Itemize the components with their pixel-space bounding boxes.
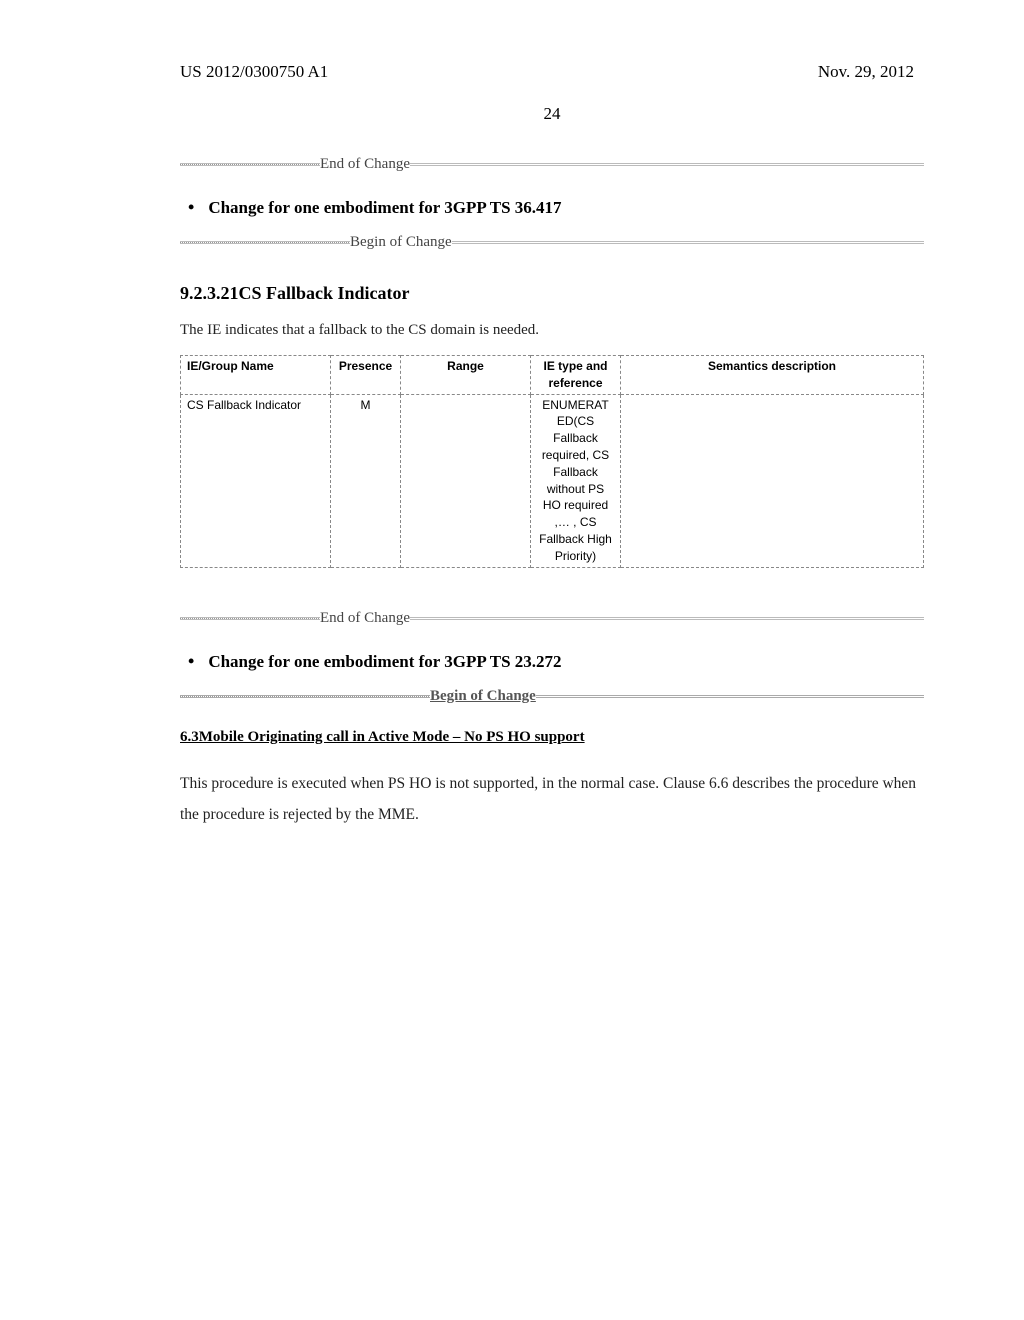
page-header: US 2012/0300750 A1 Nov. 29, 2012 — [180, 60, 924, 84]
td-ie-name: CS Fallback Indicator — [181, 394, 331, 567]
bullet-heading-36417: • Change for one embodiment for 3GPP TS … — [188, 195, 924, 220]
divider-begin-of-change: Begin of Change — [180, 232, 924, 253]
th-semantics: Semantics description — [621, 355, 924, 394]
section-63-paragraph: This procedure is executed when PS HO is… — [180, 768, 924, 830]
divider-label: Begin of Change — [430, 686, 536, 707]
th-ie-type: IE type and reference — [531, 355, 621, 394]
divider-label: End of Change — [320, 154, 410, 175]
td-ietype: ENUMERAT ED(CS Fallback required, CS Fal… — [531, 394, 621, 567]
divider-begin-of-change-2: Begin of Change — [180, 686, 924, 707]
publication-date: Nov. 29, 2012 — [818, 60, 914, 84]
table-header-row: IE/Group Name Presence Range IE type and… — [181, 355, 924, 394]
divider-label: End of Change — [320, 608, 410, 629]
td-presence: M — [331, 394, 401, 567]
section-9-intro: The IE indicates that a fallback to the … — [180, 320, 924, 341]
bullet-icon: • — [188, 195, 194, 220]
divider-end-of-change-2: End of Change — [180, 608, 924, 629]
th-presence: Presence — [331, 355, 401, 394]
bullet-heading-label: Change for one embodiment for 3GPP TS 23… — [208, 650, 561, 674]
divider-label: Begin of Change — [350, 232, 452, 253]
ie-table: IE/Group Name Presence Range IE type and… — [180, 355, 924, 568]
bullet-heading-23272: • Change for one embodiment for 3GPP TS … — [188, 649, 924, 674]
bullet-heading-label: Change for one embodiment for 3GPP TS 36… — [208, 196, 561, 220]
section-63-heading: 6.3Mobile Originating call in Active Mod… — [180, 727, 924, 748]
th-ie-group-name: IE/Group Name — [181, 355, 331, 394]
publication-number: US 2012/0300750 A1 — [180, 60, 328, 84]
table-row: CS Fallback Indicator M ENUMERAT ED(CS F… — [181, 394, 924, 567]
td-semantics — [621, 394, 924, 567]
section-9-heading: 9.2.3.21CS Fallback Indicator — [180, 281, 924, 306]
page-number: 24 — [180, 102, 924, 126]
divider-end-of-change: End of Change — [180, 154, 924, 175]
th-range: Range — [401, 355, 531, 394]
td-range — [401, 394, 531, 567]
bullet-icon: • — [188, 649, 194, 674]
